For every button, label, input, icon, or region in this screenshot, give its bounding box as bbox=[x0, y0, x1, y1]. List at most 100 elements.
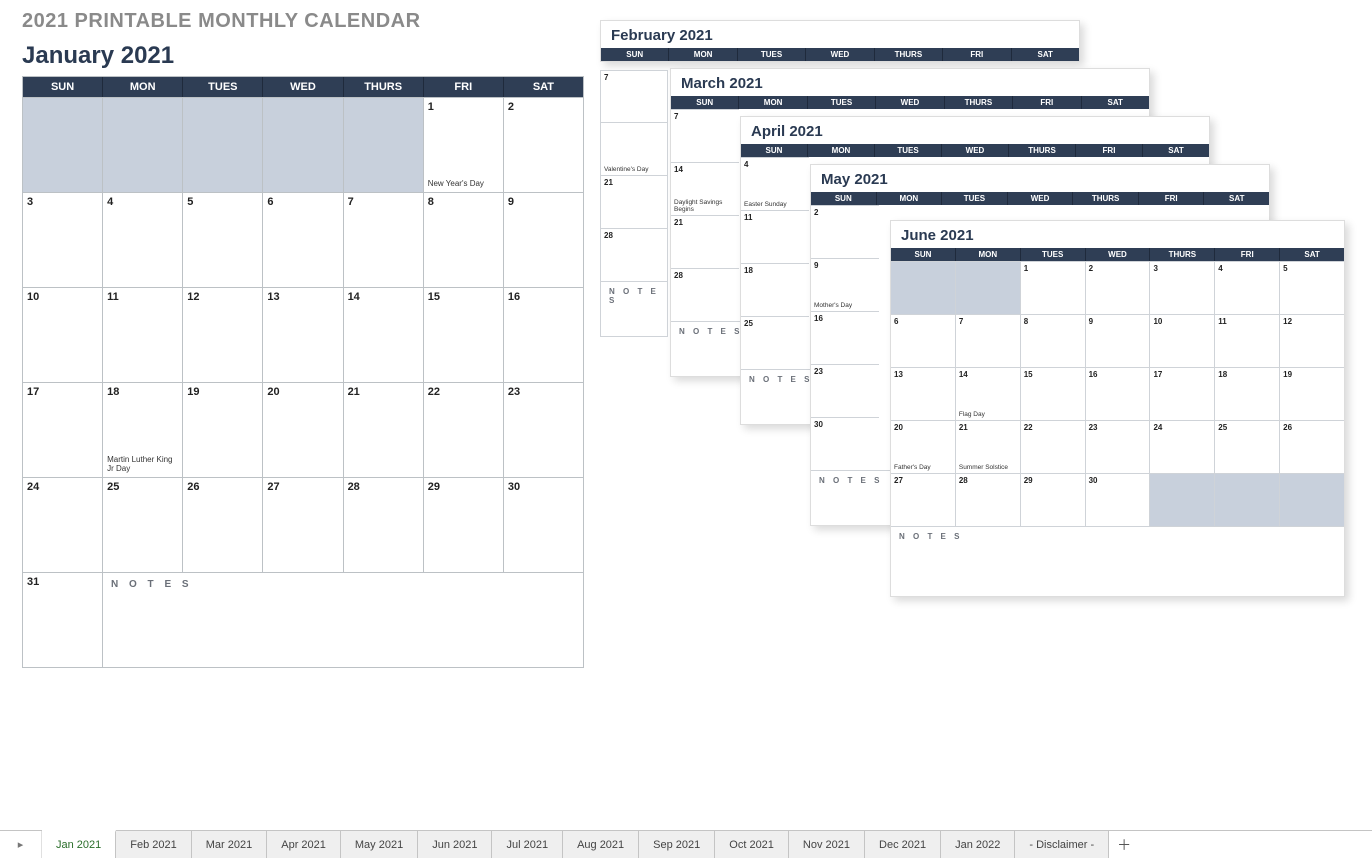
day-cell[interactable]: 15 bbox=[424, 287, 504, 382]
day-cell-31[interactable]: 31 bbox=[23, 573, 103, 667]
sheet-tab[interactable]: Jan 2021 bbox=[42, 830, 116, 858]
mini-cell[interactable]: 22 bbox=[1021, 420, 1086, 473]
sheet-tab[interactable]: Nov 2021 bbox=[789, 831, 865, 858]
mini-cell[interactable]: 5 bbox=[1280, 261, 1344, 314]
mini-cell[interactable]: 21Summer Solstice bbox=[956, 420, 1021, 473]
sheet-tab[interactable]: Jan 2022 bbox=[941, 831, 1015, 858]
day-cell[interactable]: 7 bbox=[344, 192, 424, 287]
sheet-tab[interactable]: May 2021 bbox=[341, 831, 418, 858]
day-cell[interactable]: 16 bbox=[504, 287, 583, 382]
mini-cell[interactable] bbox=[1215, 473, 1280, 526]
day-cell[interactable]: 26 bbox=[183, 477, 263, 572]
day-cell[interactable]: 14 bbox=[344, 287, 424, 382]
mini-cell[interactable]: 4 bbox=[1215, 261, 1280, 314]
mini-cell[interactable]: 2 bbox=[811, 205, 879, 258]
day-cell[interactable]: 23 bbox=[504, 382, 583, 477]
mini-cell[interactable]: 25 bbox=[741, 316, 809, 369]
sheet-tab[interactable]: Oct 2021 bbox=[715, 831, 789, 858]
day-cell[interactable]: 27 bbox=[263, 477, 343, 572]
mini-cell[interactable]: 16 bbox=[1086, 367, 1151, 420]
sheet-tab[interactable]: Apr 2021 bbox=[267, 831, 341, 858]
mini-cell[interactable]: 25 bbox=[1215, 420, 1280, 473]
day-cell[interactable]: 12 bbox=[183, 287, 263, 382]
day-cell[interactable]: 5 bbox=[183, 192, 263, 287]
mini-cell[interactable]: 28 bbox=[956, 473, 1021, 526]
mini-cell[interactable]: 11 bbox=[1215, 314, 1280, 367]
day-cell[interactable] bbox=[23, 97, 103, 192]
mini-cell[interactable]: 7 bbox=[671, 109, 739, 162]
day-cell[interactable]: 29 bbox=[424, 477, 504, 572]
mini-cell[interactable]: 13 bbox=[891, 367, 956, 420]
day-cell[interactable]: 28 bbox=[344, 477, 424, 572]
sheet-tab[interactable]: Aug 2021 bbox=[563, 831, 639, 858]
mini-cell[interactable]: 9Mother's Day bbox=[811, 258, 879, 311]
mini-cell[interactable]: 2 bbox=[1086, 261, 1151, 314]
day-cell[interactable]: 9 bbox=[504, 192, 583, 287]
mini-cell[interactable]: 6 bbox=[891, 314, 956, 367]
mini-cell[interactable]: 15 bbox=[1021, 367, 1086, 420]
mini-cell[interactable]: 26 bbox=[1280, 420, 1344, 473]
mini-cell[interactable]: 3 bbox=[1150, 261, 1215, 314]
mini-cell[interactable]: 29 bbox=[1021, 473, 1086, 526]
mini-cell[interactable]: 8 bbox=[1021, 314, 1086, 367]
mini-cell[interactable]: 9 bbox=[1086, 314, 1151, 367]
mini-cell[interactable]: 21 bbox=[671, 215, 739, 268]
day-cell[interactable]: 8 bbox=[424, 192, 504, 287]
sheet-tab[interactable]: Jul 2021 bbox=[492, 831, 563, 858]
mini-cell[interactable]: 30 bbox=[811, 417, 879, 470]
day-cell[interactable]: 2 bbox=[504, 97, 583, 192]
mini-cell[interactable]: Valentine's Day bbox=[600, 123, 668, 176]
mini-cell[interactable]: 12 bbox=[1280, 314, 1344, 367]
mini-cell[interactable] bbox=[1280, 473, 1344, 526]
mini-cell[interactable]: 21 bbox=[600, 176, 668, 229]
day-cell[interactable] bbox=[183, 97, 263, 192]
day-cell[interactable]: 3 bbox=[23, 192, 103, 287]
mini-cell[interactable] bbox=[956, 261, 1021, 314]
mini-cell[interactable]: 4Easter Sunday bbox=[741, 157, 809, 210]
mini-cell[interactable]: 16 bbox=[811, 311, 879, 364]
day-cell[interactable]: 17 bbox=[23, 382, 103, 477]
mini-cell[interactable]: 7 bbox=[956, 314, 1021, 367]
mini-cell[interactable]: 10 bbox=[1150, 314, 1215, 367]
sheet-tab[interactable]: Dec 2021 bbox=[865, 831, 941, 858]
day-cell[interactable]: 25 bbox=[103, 477, 183, 572]
mini-cell[interactable]: 1 bbox=[1021, 261, 1086, 314]
day-cell[interactable]: 21 bbox=[344, 382, 424, 477]
mini-cell[interactable]: 14Daylight Savings Begins bbox=[671, 162, 739, 215]
mini-cell[interactable]: 19 bbox=[1280, 367, 1344, 420]
mini-cell[interactable]: 20Father's Day bbox=[891, 420, 956, 473]
mini-cell[interactable] bbox=[1150, 473, 1215, 526]
mini-cell[interactable]: 23 bbox=[811, 364, 879, 417]
mini-cell[interactable] bbox=[891, 261, 956, 314]
day-cell[interactable]: 24 bbox=[23, 477, 103, 572]
sheet-tab[interactable]: Feb 2021 bbox=[116, 831, 191, 858]
day-cell[interactable]: 18Martin Luther King Jr Day bbox=[103, 382, 183, 477]
day-cell[interactable] bbox=[344, 97, 424, 192]
day-cell[interactable]: 30 bbox=[504, 477, 583, 572]
day-cell[interactable]: 11 bbox=[103, 287, 183, 382]
mini-cell[interactable]: 23 bbox=[1086, 420, 1151, 473]
mini-cell[interactable]: 17 bbox=[1150, 367, 1215, 420]
sheet-tab[interactable]: Sep 2021 bbox=[639, 831, 715, 858]
day-cell[interactable]: 19 bbox=[183, 382, 263, 477]
mini-cell[interactable]: 30 bbox=[1086, 473, 1151, 526]
notes-area[interactable]: N O T E S bbox=[103, 573, 583, 667]
tab-add[interactable]: ＋ bbox=[1109, 831, 1139, 858]
mini-cell[interactable]: 18 bbox=[1215, 367, 1280, 420]
sheet-tab[interactable]: Mar 2021 bbox=[192, 831, 267, 858]
mini-cell[interactable]: 14Flag Day bbox=[956, 367, 1021, 420]
day-cell[interactable]: 20 bbox=[263, 382, 343, 477]
day-cell[interactable]: 6 bbox=[263, 192, 343, 287]
day-cell[interactable]: 1New Year's Day bbox=[424, 97, 504, 192]
sheet-tab[interactable]: Jun 2021 bbox=[418, 831, 492, 858]
tab-nav-prev[interactable]: ▸ bbox=[0, 831, 42, 858]
mini-cell[interactable]: 7 bbox=[600, 70, 668, 123]
day-cell[interactable]: 13 bbox=[263, 287, 343, 382]
day-cell[interactable]: 4 bbox=[103, 192, 183, 287]
day-cell[interactable]: 22 bbox=[424, 382, 504, 477]
mini-cell[interactable]: 24 bbox=[1150, 420, 1215, 473]
mini-cell[interactable]: 28 bbox=[671, 268, 739, 321]
mini-cell[interactable]: 11 bbox=[741, 210, 809, 263]
mini-cell[interactable]: 27 bbox=[891, 473, 956, 526]
day-cell[interactable] bbox=[263, 97, 343, 192]
